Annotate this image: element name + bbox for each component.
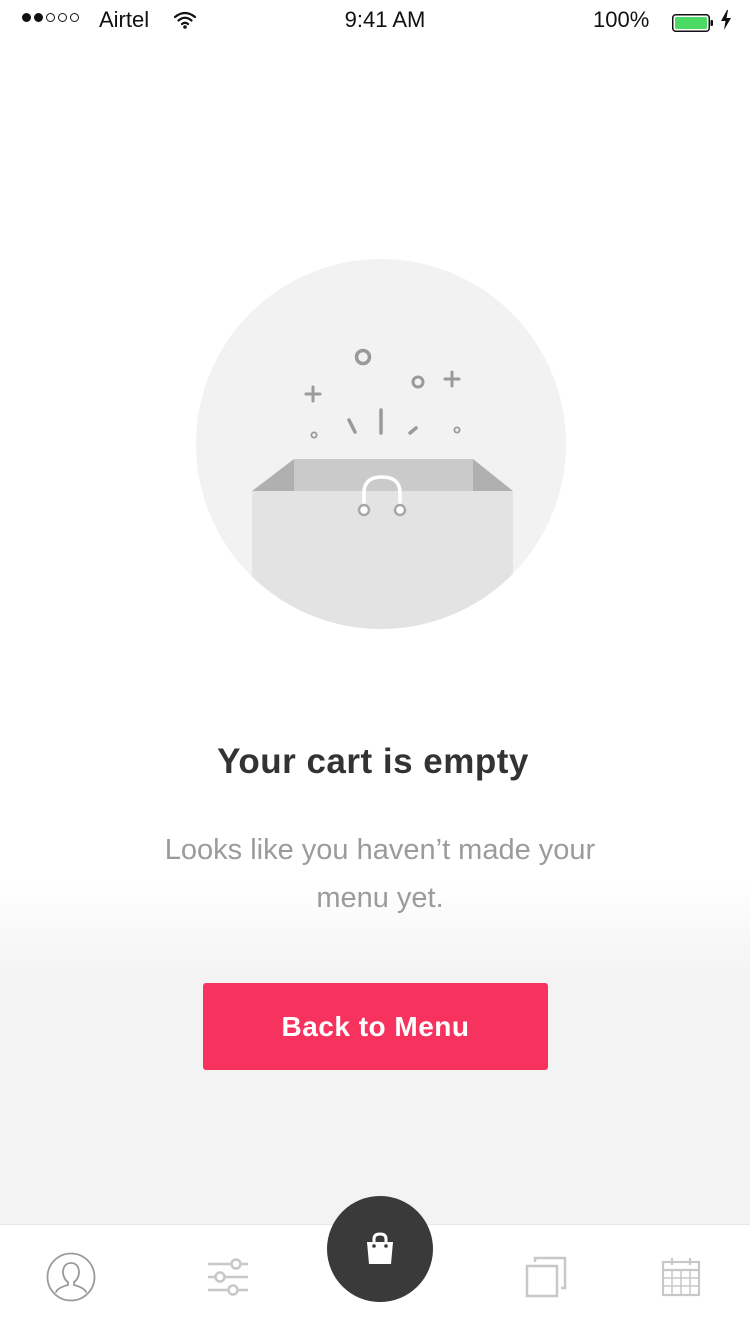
tab-profile[interactable]	[43, 1249, 99, 1305]
empty-cart-title: Your cart is empty	[217, 742, 529, 781]
battery-icon	[672, 12, 714, 38]
tab-filters[interactable]	[200, 1249, 256, 1305]
profile-icon	[46, 1252, 96, 1302]
tab-cards[interactable]	[518, 1249, 574, 1305]
back-to-menu-button[interactable]: Back to Menu	[203, 983, 548, 1070]
tab-calendar[interactable]	[653, 1249, 709, 1305]
cards-icon	[525, 1256, 567, 1298]
calendar-icon	[661, 1258, 701, 1297]
filters-icon	[208, 1258, 248, 1296]
empty-cart-illustration	[196, 259, 566, 629]
status-bar: Airtel 9:41 AM 100%	[0, 0, 750, 40]
empty-cart-message: Looks like you haven’t made your menu ye…	[164, 834, 596, 914]
battery-percentage: 100%	[593, 7, 650, 32]
charging-icon	[720, 10, 732, 36]
cart-bag-icon	[367, 1232, 393, 1264]
cart-fab-button[interactable]	[327, 1196, 433, 1302]
